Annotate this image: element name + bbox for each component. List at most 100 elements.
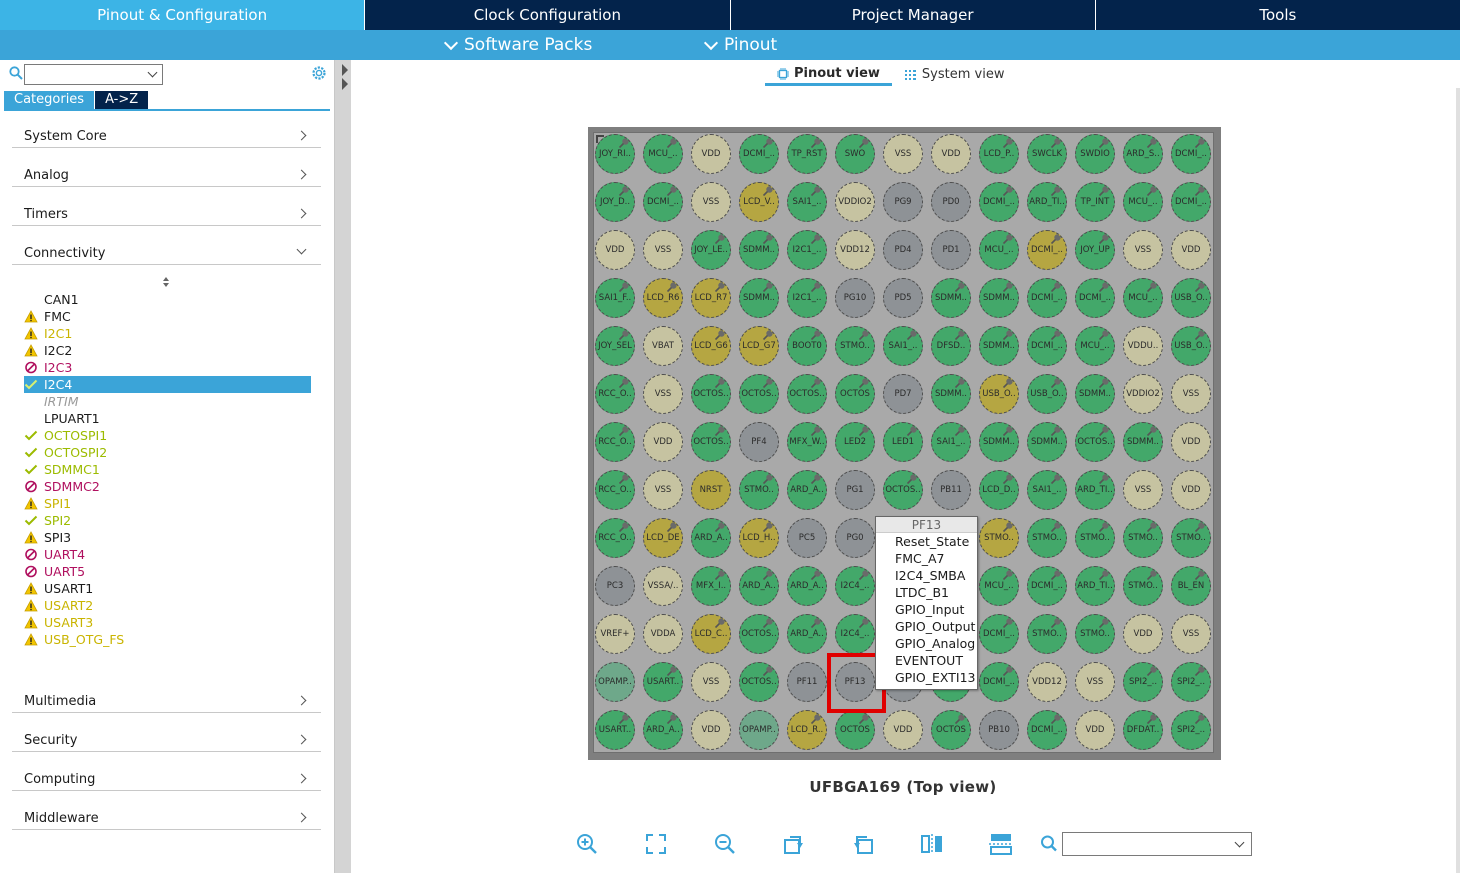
pin-H1[interactable]: RCC_O.. <box>595 470 635 510</box>
pin-F3[interactable]: OCTOS.. <box>691 374 731 414</box>
peripheral-item-i2c2[interactable]: I2C2 <box>24 342 311 359</box>
peripheral-item-i2c3[interactable]: I2C3 <box>24 359 311 376</box>
pin-D13[interactable]: USB_O.. <box>1171 278 1211 318</box>
pin-H4[interactable]: STMO.. <box>739 470 779 510</box>
zoom-in-icon[interactable] <box>573 830 601 858</box>
pin-B1[interactable]: JOY_D.. <box>595 182 635 222</box>
pin-A1[interactable]: JOY_RI.. <box>595 134 635 174</box>
pin-M5[interactable]: LCD_R.. <box>787 710 827 750</box>
fit-screen-icon[interactable] <box>642 830 670 858</box>
pin-I3[interactable]: ARD_A.. <box>691 518 731 558</box>
pin-C2[interactable]: VSS <box>643 230 683 270</box>
sort-icon[interactable] <box>162 276 170 288</box>
pin-D12[interactable]: MCU_.. <box>1123 278 1163 318</box>
pin-I11[interactable]: STMO.. <box>1075 518 1115 558</box>
peripheral-item-octospi2[interactable]: OCTOSPI2 <box>24 444 311 461</box>
category-middleware[interactable]: Middleware <box>12 804 321 830</box>
menu-item-gpio-exti13[interactable]: GPIO_EXTI13 <box>876 669 977 686</box>
pin-G8[interactable]: SAI1_.. <box>931 422 971 462</box>
category-timers[interactable]: Timers <box>12 200 321 226</box>
pin-D1[interactable]: SAI1_F.. <box>595 278 635 318</box>
pin-D9[interactable]: SDMM.. <box>979 278 1019 318</box>
pin-M13[interactable]: SPI2_.. <box>1171 710 1211 750</box>
pin-A2[interactable]: MCU_.. <box>643 134 683 174</box>
peripheral-item-usart3[interactable]: USART3 <box>24 614 311 631</box>
chevron-down-icon[interactable] <box>1234 837 1245 848</box>
pin-L13[interactable]: SPI2_.. <box>1171 662 1211 702</box>
pin-A10[interactable]: SWCLK <box>1027 134 1067 174</box>
pin-L1[interactable]: OPAMP.. <box>595 662 635 702</box>
pin-K3[interactable]: LCD_C.. <box>691 614 731 654</box>
pin-H10[interactable]: SAI1_.. <box>1027 470 1067 510</box>
menu-item-ltdc-b1[interactable]: LTDC_B1 <box>876 584 977 601</box>
panel-splitter[interactable] <box>335 60 351 873</box>
category-analog[interactable]: Analog <box>12 161 321 187</box>
pin-L9[interactable]: DCMI_.. <box>979 662 1019 702</box>
pin-J1[interactable]: PC3 <box>595 566 635 606</box>
pin-M1[interactable]: USART.. <box>595 710 635 750</box>
pin-B13[interactable]: DCMI_.. <box>1171 182 1211 222</box>
pin-D11[interactable]: DCMI_.. <box>1075 278 1115 318</box>
pin-L10[interactable]: VDD12 <box>1027 662 1067 702</box>
expand-arrow-icon[interactable] <box>342 78 348 90</box>
menu-item-gpio-output[interactable]: GPIO_Output <box>876 618 977 635</box>
pin-L4[interactable]: OCTOS.. <box>739 662 779 702</box>
pin-G5[interactable]: MFX_W.. <box>787 422 827 462</box>
pin-M7[interactable]: VDD <box>883 710 923 750</box>
category-computing[interactable]: Computing <box>12 765 321 791</box>
pin-C12[interactable]: VSS <box>1123 230 1163 270</box>
pin-H13[interactable]: VDD <box>1171 470 1211 510</box>
peripheral-item-usart1[interactable]: USART1 <box>24 580 311 597</box>
pin-I5[interactable]: PC5 <box>787 518 827 558</box>
pin-H6[interactable]: PG1 <box>835 470 875 510</box>
pin-H8[interactable]: PB11 <box>931 470 971 510</box>
pin-G1[interactable]: RCC_O.. <box>595 422 635 462</box>
pin-G12[interactable]: SDMM.. <box>1123 422 1163 462</box>
pin-A6[interactable]: SWO <box>835 134 875 174</box>
pin-M10[interactable]: DCMI_.. <box>1027 710 1067 750</box>
pin-K5[interactable]: ARD_A.. <box>787 614 827 654</box>
pin-B9[interactable]: DCMI_.. <box>979 182 1019 222</box>
menu-item-gpio-analog[interactable]: GPIO_Analog <box>876 635 977 652</box>
pin-I13[interactable]: STMO.. <box>1171 518 1211 558</box>
pin-M4[interactable]: OPAMP.. <box>739 710 779 750</box>
pin-search-combo[interactable] <box>1062 832 1252 856</box>
pin-K2[interactable]: VDDA <box>643 614 683 654</box>
pin-E6[interactable]: STMO.. <box>835 326 875 366</box>
vertical-scrollbar[interactable] <box>1456 88 1460 873</box>
peripheral-item-sdmmc2[interactable]: SDMMC2 <box>24 478 311 495</box>
pin-A8[interactable]: VDD <box>931 134 971 174</box>
pin-K9[interactable]: DCMI_.. <box>979 614 1019 654</box>
pin-B11[interactable]: TP_INT <box>1075 182 1115 222</box>
pin-F5[interactable]: OCTOS.. <box>787 374 827 414</box>
pin-M12[interactable]: DFDAT.. <box>1123 710 1163 750</box>
pin-I2[interactable]: LCD_DE <box>643 518 683 558</box>
software-packs-menu[interactable]: Software Packs <box>443 30 592 60</box>
pin-B7[interactable]: PG9 <box>883 182 923 222</box>
pin-I4[interactable]: LCD_H.. <box>739 518 779 558</box>
pin-A13[interactable]: DCMI_.. <box>1171 134 1211 174</box>
pin-C8[interactable]: PD1 <box>931 230 971 270</box>
pin-F1[interactable]: RCC_O.. <box>595 374 635 414</box>
pin-G9[interactable]: SDMM.. <box>979 422 1019 462</box>
pin-F11[interactable]: SDMM.. <box>1075 374 1115 414</box>
pin-H9[interactable]: LCD_D.. <box>979 470 1019 510</box>
tab-clock-configuration[interactable]: Clock Configuration <box>365 0 731 30</box>
pin-B8[interactable]: PD0 <box>931 182 971 222</box>
pin-G3[interactable]: OCTOS.. <box>691 422 731 462</box>
pin-K6[interactable]: I2C4_.. <box>835 614 875 654</box>
pin-K12[interactable]: VDD <box>1123 614 1163 654</box>
gear-icon[interactable] <box>310 64 328 82</box>
peripheral-item-spi2[interactable]: SPI2 <box>24 512 311 529</box>
pin-L2[interactable]: USART.. <box>643 662 683 702</box>
pin-D2[interactable]: LCD_R6 <box>643 278 683 318</box>
search-input[interactable] <box>24 64 163 85</box>
collapse-arrow-icon[interactable] <box>342 64 348 76</box>
menu-item-eventout[interactable]: EVENTOUT <box>876 652 977 669</box>
peripheral-item-octospi1[interactable]: OCTOSPI1 <box>24 427 311 444</box>
pin-G11[interactable]: OCTOS.. <box>1075 422 1115 462</box>
pinout-menu[interactable]: Pinout <box>703 30 777 60</box>
menu-item-i2c4-smba[interactable]: I2C4_SMBA <box>876 567 977 584</box>
pin-E1[interactable]: JOY_SEL <box>595 326 635 366</box>
pin-M6[interactable]: OCTOS <box>835 710 875 750</box>
